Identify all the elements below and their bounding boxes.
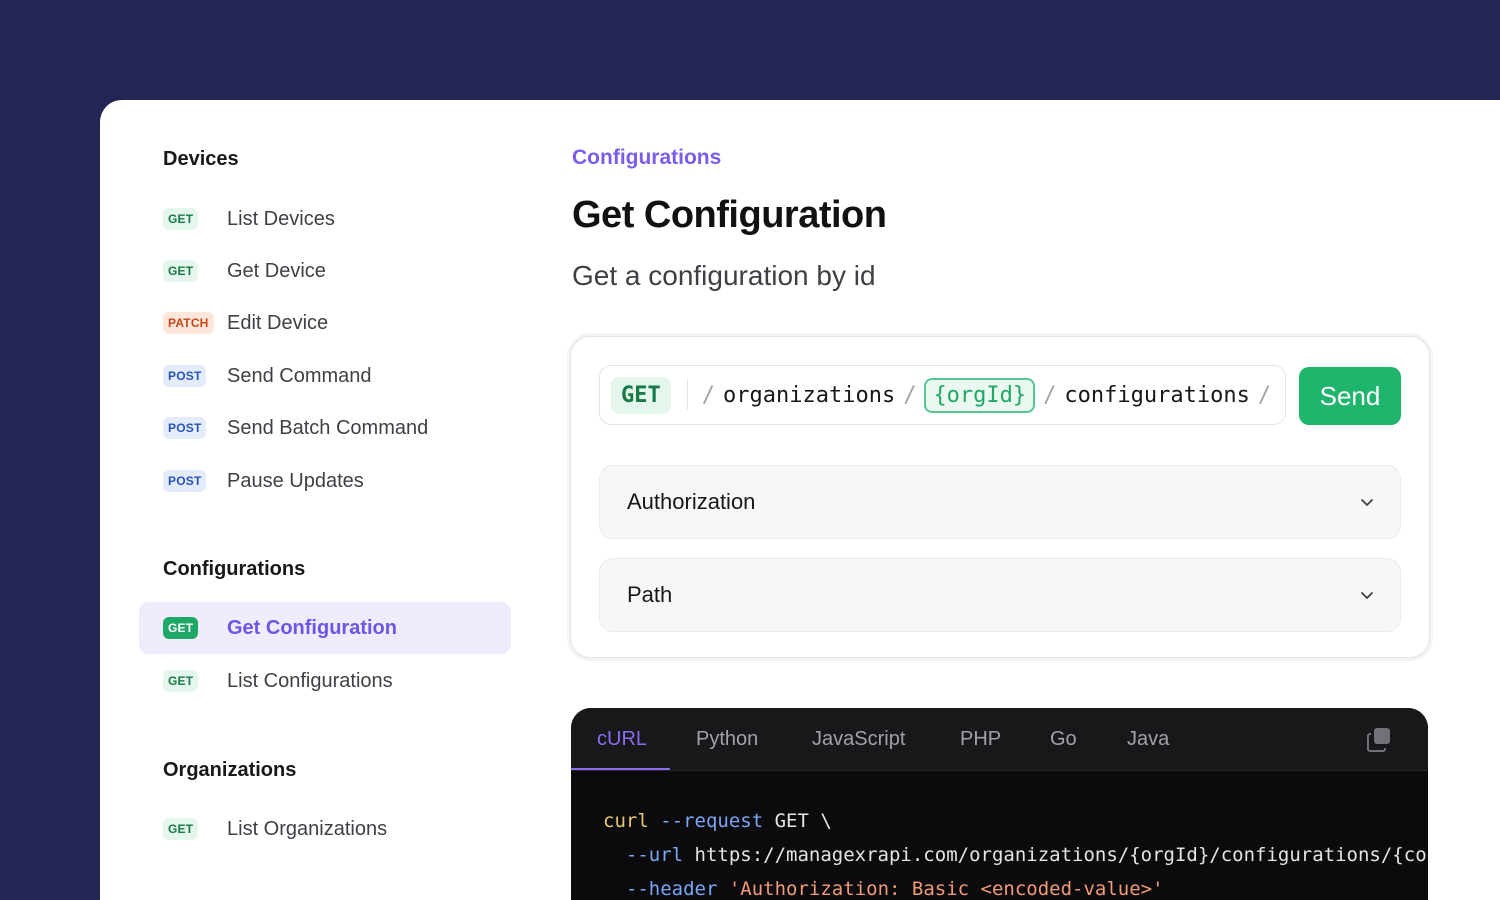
code-token-flag: --request bbox=[660, 810, 764, 832]
code-token-text: https://managexrapi.com/organizations/{o… bbox=[694, 844, 1428, 866]
method-badge: GET bbox=[163, 260, 199, 282]
code-language-tabs: cURL Python JavaScript PHP Go Java bbox=[571, 708, 1428, 771]
request-playground: GET / organizations / {orgId} / configur… bbox=[570, 336, 1430, 658]
code-token-flag: --url bbox=[625, 844, 684, 866]
tab-python[interactable]: Python bbox=[696, 708, 758, 771]
path-separator: / bbox=[903, 382, 917, 408]
sidebar-item-label: Send Batch Command bbox=[227, 416, 429, 439]
sidebar-item-label: Edit Device bbox=[227, 311, 329, 334]
url-bar[interactable]: GET / organizations / {orgId} / configur… bbox=[599, 365, 1286, 425]
path-segment: organizations bbox=[723, 382, 896, 408]
code-example: cURL Python JavaScript PHP Go Java curl … bbox=[571, 708, 1428, 900]
docs-panel: Devices GET List Devices GET Get Device … bbox=[100, 100, 1500, 900]
sidebar-item-label: Send Command bbox=[227, 364, 372, 387]
sidebar-item-send-batch-command[interactable]: POST Send Batch Command bbox=[139, 402, 511, 454]
path-separator: / bbox=[1043, 382, 1057, 408]
path-param-org-id[interactable]: {orgId} bbox=[924, 377, 1036, 413]
method-badge: GET bbox=[163, 670, 199, 692]
sidebar-group-title-devices: Devices bbox=[163, 148, 239, 170]
sidebar-item-edit-device[interactable]: PATCH Edit Device bbox=[139, 297, 511, 349]
active-tab-indicator bbox=[571, 768, 670, 770]
tab-curl[interactable]: cURL bbox=[597, 708, 647, 771]
sidebar-nav: Devices GET List Devices GET Get Device … bbox=[100, 100, 520, 900]
tab-javascript[interactable]: JavaScript bbox=[812, 708, 905, 771]
code-content: curl --request GET \ --url https://manag… bbox=[603, 804, 1428, 900]
copy-icon[interactable] bbox=[1365, 726, 1393, 754]
authorization-accordion[interactable]: Authorization bbox=[599, 465, 1401, 539]
path-accordion[interactable]: Path bbox=[599, 558, 1401, 632]
path-separator: / bbox=[1257, 382, 1272, 408]
sidebar-item-label: List Configurations bbox=[227, 669, 393, 692]
sidebar-group-title-organizations: Organizations bbox=[163, 759, 297, 781]
chevron-down-icon bbox=[1361, 592, 1373, 599]
sidebar-item-label: List Organizations bbox=[227, 817, 388, 840]
method-badge: PATCH bbox=[163, 312, 214, 334]
sidebar-item-get-device[interactable]: GET Get Device bbox=[139, 245, 511, 297]
tab-go[interactable]: Go bbox=[1050, 708, 1077, 771]
tab-java[interactable]: Java bbox=[1127, 708, 1169, 771]
accordion-label: Authorization bbox=[627, 489, 756, 514]
method-badge: POST bbox=[163, 470, 207, 492]
sidebar-item-list-organizations[interactable]: GET List Organizations bbox=[139, 803, 511, 855]
page-eyebrow: Configurations bbox=[572, 146, 722, 169]
send-button[interactable]: Send bbox=[1299, 367, 1401, 425]
sidebar-item-label: Pause Updates bbox=[227, 469, 364, 492]
page-title: Get Configuration bbox=[572, 194, 887, 236]
code-token-string: 'Authorization: Basic <encoded-value>' bbox=[728, 878, 1164, 900]
sidebar-group-title-configurations: Configurations bbox=[163, 558, 306, 580]
code-token-command: curl bbox=[603, 810, 649, 832]
url-divider bbox=[686, 380, 688, 410]
method-badge: POST bbox=[163, 365, 207, 387]
method-badge: GET bbox=[163, 818, 199, 840]
code-token-text: GET \ bbox=[763, 810, 832, 832]
method-badge: GET bbox=[163, 617, 199, 639]
path-separator: / bbox=[701, 382, 715, 408]
sidebar-item-list-devices[interactable]: GET List Devices bbox=[139, 193, 511, 245]
sidebar-item-pause-updates[interactable]: POST Pause Updates bbox=[139, 455, 511, 507]
method-badge: POST bbox=[163, 417, 207, 439]
sidebar-item-label: Get Configuration bbox=[227, 616, 397, 639]
sidebar-item-get-configuration[interactable]: GET Get Configuration bbox=[139, 602, 511, 654]
method-pill: GET bbox=[611, 376, 671, 414]
chevron-down-icon bbox=[1361, 499, 1373, 506]
sidebar-item-label: List Devices bbox=[227, 207, 335, 230]
sidebar-item-send-command[interactable]: POST Send Command bbox=[139, 350, 511, 402]
sidebar-item-label: Get Device bbox=[227, 259, 326, 282]
tab-php[interactable]: PHP bbox=[960, 708, 1001, 771]
path-segment: configurations bbox=[1064, 382, 1250, 408]
method-badge: GET bbox=[163, 208, 199, 230]
sidebar-item-list-configurations[interactable]: GET List Configurations bbox=[139, 655, 511, 707]
accordion-label: Path bbox=[627, 582, 673, 607]
page-subtitle: Get a configuration by id bbox=[572, 260, 876, 291]
code-token-flag: --header bbox=[625, 878, 718, 900]
